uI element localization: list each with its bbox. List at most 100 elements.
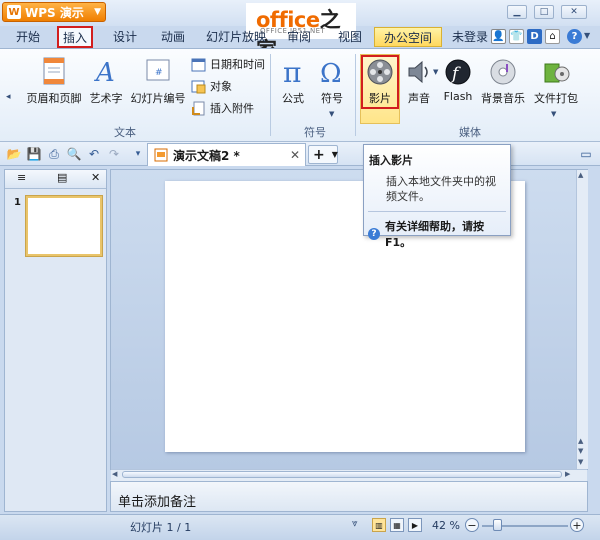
tab-start[interactable]: 开始 [10,27,46,47]
header-footer-label: 页眉和页脚 [26,92,82,105]
document-tab[interactable]: 演示文稿2 * ✕ [147,143,306,166]
tab-animation[interactable]: 动画 [154,27,192,47]
background-music-button[interactable]: 背景音乐 [480,58,526,106]
sound-label: 声音 [408,92,430,105]
object-icon [191,80,206,93]
maximize-icon: □ [539,7,549,17]
app-name: WPS 演示 [25,5,84,20]
print-preview-icon[interactable]: 🔍 [66,146,82,162]
object-button[interactable]: 对象 [191,78,232,94]
presentation-doc-icon [154,148,168,162]
scroll-left-icon[interactable]: ◀ [112,470,117,478]
insert-flash-button[interactable]: f Flash [441,58,475,103]
close-icon: ✕ [570,7,578,17]
tab-view[interactable]: 视图 [332,27,368,47]
maximize-button[interactable]: □ [534,5,554,19]
date-time-button[interactable]: 日期和时间 [191,56,265,72]
slide-count: 幻灯片 1 / 1 [130,521,192,534]
zoom-level: 42 % [432,519,460,532]
ribbon-separator [270,54,271,136]
slide-thumbnail[interactable] [26,196,102,256]
header-footer-icon [43,57,65,85]
pi-icon: π [283,56,301,86]
undo-icon[interactable]: ↶ [86,146,102,162]
wordart-button[interactable]: A 艺术字 [86,56,126,106]
slides-view-icon[interactable]: ▤ [57,171,67,184]
normal-view-icon[interactable]: ▥ [372,518,386,532]
tooltip-divider [368,211,506,212]
package-dropdown-icon[interactable]: ▼ [551,110,556,118]
slide-number-button[interactable]: # 幻灯片编号 [128,56,188,106]
outline-view-icon[interactable]: ≡ [17,171,26,184]
insert-attachment-button[interactable]: 插入附件 [191,100,254,116]
new-tab-button[interactable]: + ▼ [308,145,338,164]
insert-attachment-label: 插入附件 [210,102,254,115]
package-file-button[interactable]: 文件打包 [532,58,580,106]
tab-review[interactable]: 审阅 [282,27,316,47]
slide-thumbnail-number: 1 [14,197,21,208]
omega-icon: Ω [320,59,342,86]
scroll-down-icon[interactable]: ▼ [578,458,583,466]
sound-dropdown-icon[interactable]: ▼ [433,68,438,76]
svg-text:Ω: Ω [320,59,342,86]
scroll-right-icon[interactable]: ▶ [565,470,570,478]
zoom-out-icon[interactable]: − [465,518,479,532]
tooltip-description: 插入本地文件夹中的视频文件。 [386,175,496,203]
home-icon[interactable]: ⌂ [545,29,560,44]
chevron-down-icon: ▼ [94,7,101,17]
ribbon-scroll-left-icon[interactable]: ◂ [6,92,11,102]
customize-toolbar-icon[interactable]: ▾ [130,146,146,162]
app-menu-button[interactable]: W WPS 演示 ▼ [2,2,106,22]
redo-icon[interactable]: ↷ [106,146,122,162]
notes-area[interactable]: 单击添加备注 [110,481,588,512]
close-tab-icon[interactable]: ✕ [290,148,300,162]
tab-design[interactable]: 设计 [106,27,144,47]
minimize-button[interactable]: ▁ [507,5,527,19]
zoom-slider-thumb[interactable] [493,519,502,531]
formula-button[interactable]: π 公式 [276,56,310,106]
login-link[interactable]: 未登录 [450,27,490,47]
shirt-icon[interactable]: 👕 [509,29,524,44]
print-icon[interactable]: ⎙ [46,146,62,162]
scroll-page-up-icon[interactable]: ▲ [578,437,583,445]
speaker-icon [408,60,428,84]
tooltip-insert-movie: 插入影片 插入本地文件夹中的视频文件。 ? 有关详细帮助，请按F1。 [363,144,511,249]
background-music-label: 背景音乐 [481,92,525,105]
horizontal-scroll-thumb[interactable] [122,471,562,478]
scroll-page-down-icon[interactable]: ▼ [578,447,583,455]
insert-sound-button[interactable]: 声音 [400,58,438,106]
tooltip-help: ? 有关详细帮助，请按F1。 [368,218,510,250]
group-label-text: 文本 [114,126,136,139]
open-folder-icon[interactable]: 📂 [6,146,22,162]
collapse-icon[interactable]: ⩔ [352,518,358,529]
zoom-in-icon[interactable]: + [570,518,584,532]
header-footer-button[interactable]: 页眉和页脚 [24,56,84,106]
user-icon[interactable]: 👤 [491,29,506,44]
close-window-button[interactable]: ✕ [561,5,587,19]
svg-text:π: π [283,56,301,86]
object-label: 对象 [210,80,232,93]
vertical-scrollbar[interactable] [576,170,588,469]
close-panel-icon[interactable]: ✕ [91,171,100,184]
symbol-button[interactable]: Ω 符号 [314,56,350,106]
package-icon [544,63,570,83]
flash-label: Flash [443,90,473,103]
tab-slideshow[interactable]: 幻灯片放映 [204,27,268,47]
tab-office-space[interactable]: 办公空间 [374,27,442,47]
attachment-icon [192,101,205,115]
scroll-up-icon[interactable]: ▲ [578,171,583,179]
d-brand-icon[interactable]: D [527,29,542,44]
panel-toggle-icon[interactable]: ▭ [578,146,594,162]
minimize-icon: ▁ [513,7,521,17]
help-icon[interactable]: ? [567,29,582,44]
document-tab-title: 演示文稿2 * [173,148,240,163]
save-icon[interactable]: 💾 [26,146,42,162]
slideshow-play-icon[interactable]: ▶ [408,518,422,532]
status-bar [0,514,600,540]
package-file-label: 文件打包 [534,92,578,105]
svg-text:#: # [155,68,163,78]
slide-sorter-icon[interactable]: ▦ [390,518,404,532]
help-dropdown-icon[interactable]: ▼ [584,31,590,40]
tab-insert[interactable]: 插入 [57,26,93,48]
symbol-dropdown-icon[interactable]: ▼ [329,110,334,118]
